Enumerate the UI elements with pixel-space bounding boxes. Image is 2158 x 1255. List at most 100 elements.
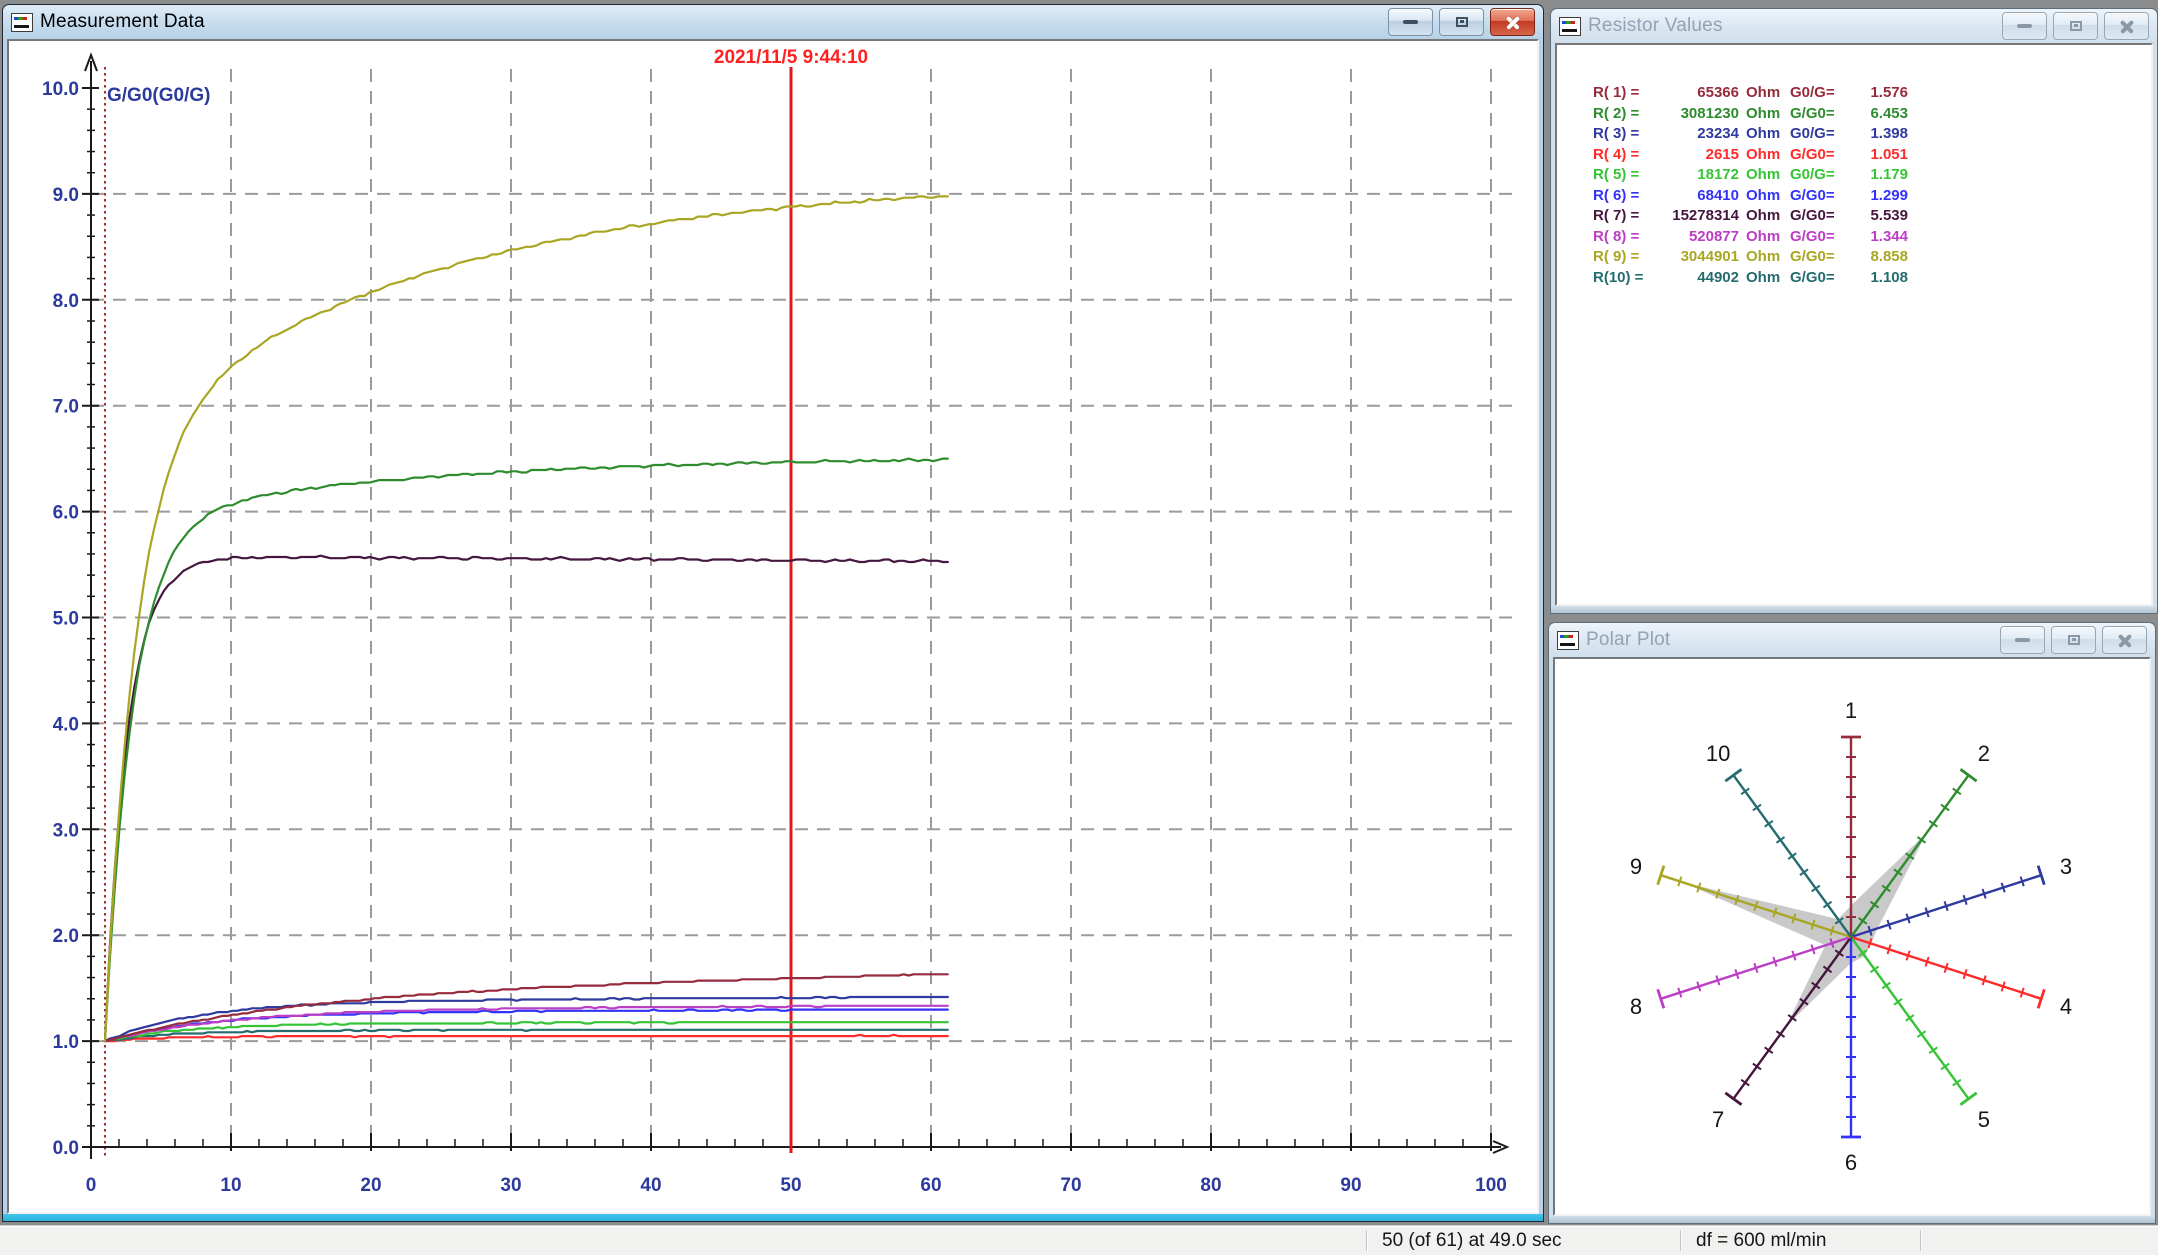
svg-text:1.0: 1.0 bbox=[53, 1032, 79, 1053]
ratio-value: 1.576 bbox=[1846, 83, 1908, 104]
minimize-button[interactable] bbox=[2000, 626, 2045, 654]
svg-text:50: 50 bbox=[780, 1175, 801, 1196]
svg-text:7.0: 7.0 bbox=[53, 397, 79, 418]
ratio-value: 1.398 bbox=[1846, 124, 1908, 145]
resistance-value: 23234 bbox=[1659, 124, 1739, 145]
app-chart-icon bbox=[11, 13, 33, 32]
svg-text:60: 60 bbox=[920, 1175, 941, 1196]
measurement-window-controls bbox=[1388, 8, 1535, 36]
resistance-unit: Ohm bbox=[1739, 247, 1790, 268]
resistance-unit: Ohm bbox=[1739, 124, 1790, 145]
measurement-window-title: Measurement Data bbox=[40, 11, 205, 33]
ratio-label: G/G0= bbox=[1790, 268, 1846, 289]
resistance-value: 3081230 bbox=[1659, 104, 1739, 125]
resistance-value: 3044901 bbox=[1659, 247, 1739, 268]
svg-text:30: 30 bbox=[500, 1175, 521, 1196]
maximize-button[interactable] bbox=[2053, 12, 2098, 40]
svg-text:100: 100 bbox=[1475, 1175, 1507, 1196]
svg-text:80: 80 bbox=[1200, 1175, 1221, 1196]
resistance-unit: Ohm bbox=[1739, 227, 1790, 248]
polar-axis-label: 7 bbox=[1712, 1107, 1724, 1132]
status-flow-text: df = 600 ml/min bbox=[1696, 1227, 1826, 1255]
maximize-button[interactable] bbox=[1439, 8, 1484, 36]
y-axis-caption: G/G0(G0/G) bbox=[107, 85, 210, 106]
close-button[interactable] bbox=[2102, 626, 2147, 654]
minimize-icon bbox=[2017, 24, 2032, 28]
ratio-label: G/G0= bbox=[1790, 227, 1846, 248]
resistor-window-controls bbox=[2002, 12, 2149, 40]
polar-axis-label: 5 bbox=[1978, 1107, 1990, 1132]
resistor-row: R( 4) =2615OhmG/G0=1.051 bbox=[1593, 145, 2151, 166]
polar-axis-label: 8 bbox=[1630, 994, 1642, 1019]
resistance-value: 2615 bbox=[1659, 145, 1739, 166]
measurement-chart-canvas[interactable]: 0.01.02.03.04.05.06.07.08.09.010.0010203… bbox=[9, 41, 1539, 1214]
ratio-label: G0/G= bbox=[1790, 165, 1846, 186]
ratio-value: 5.539 bbox=[1846, 206, 1908, 227]
polar-window-controls bbox=[2000, 626, 2147, 654]
resistor-label: R( 4) = bbox=[1593, 145, 1659, 166]
resistor-row: R( 2) =3081230OhmG/G0=6.453 bbox=[1593, 104, 2151, 125]
resistor-values-list: R( 1) =65366OhmG0/G=1.576R( 2) =3081230O… bbox=[1557, 45, 2151, 604]
resistor-row: R( 7) =15278314OhmG/G0=5.539 bbox=[1593, 206, 2151, 227]
resistance-unit: Ohm bbox=[1739, 186, 1790, 207]
svg-text:0: 0 bbox=[86, 1175, 97, 1196]
resistance-unit: Ohm bbox=[1739, 104, 1790, 125]
status-separator bbox=[1366, 1230, 1368, 1251]
measurement-chart-area: 0.01.02.03.04.05.06.07.08.09.010.0010203… bbox=[7, 39, 1539, 1214]
resistance-value: 15278314 bbox=[1659, 206, 1739, 227]
resistance-value: 18172 bbox=[1659, 165, 1739, 186]
svg-text:8.0: 8.0 bbox=[53, 291, 79, 312]
resistor-label: R( 9) = bbox=[1593, 247, 1659, 268]
value-star-polygon bbox=[1683, 833, 1927, 1027]
resistance-unit: Ohm bbox=[1739, 145, 1790, 166]
axes bbox=[82, 55, 1507, 1159]
polar-window-titlebar[interactable]: Polar Plot bbox=[1549, 623, 2155, 657]
polar-axis-5 bbox=[1851, 937, 1977, 1105]
resistance-unit: Ohm bbox=[1739, 268, 1790, 289]
close-button[interactable] bbox=[2104, 12, 2149, 40]
resistance-value: 68410 bbox=[1659, 186, 1739, 207]
svg-text:20: 20 bbox=[360, 1175, 381, 1196]
close-button[interactable] bbox=[1490, 8, 1535, 36]
grid-lines bbox=[91, 69, 1515, 1147]
svg-text:5.0: 5.0 bbox=[53, 609, 79, 630]
ratio-label: G/G0= bbox=[1790, 145, 1846, 166]
resistance-value: 520877 bbox=[1659, 227, 1739, 248]
resistor-row: R( 8) =520877OhmG/G0=1.344 bbox=[1593, 227, 2151, 248]
svg-text:9.0: 9.0 bbox=[53, 185, 79, 206]
svg-text:10: 10 bbox=[220, 1175, 241, 1196]
maximize-button[interactable] bbox=[2051, 626, 2096, 654]
minimize-button[interactable] bbox=[1388, 8, 1433, 36]
axis-tick-labels: 0.01.02.03.04.05.06.07.08.09.010.0010203… bbox=[42, 79, 1507, 1196]
measurement-window-titlebar[interactable]: Measurement Data bbox=[3, 5, 1543, 39]
ratio-label: G/G0= bbox=[1790, 247, 1846, 268]
resistor-row: R( 3) =23234OhmG0/G=1.398 bbox=[1593, 124, 2151, 145]
polar-axis-label: 6 bbox=[1845, 1150, 1857, 1175]
ratio-label: G0/G= bbox=[1790, 124, 1846, 145]
desktop: { "measurement_window": { "title": "Meas… bbox=[0, 0, 2158, 1254]
resistance-unit: Ohm bbox=[1739, 206, 1790, 227]
ratio-label: G/G0= bbox=[1790, 206, 1846, 227]
resistor-row: R( 5) =18172OhmG0/G=1.179 bbox=[1593, 165, 2151, 186]
ratio-value: 1.299 bbox=[1846, 186, 1908, 207]
minimize-button[interactable] bbox=[2002, 12, 2047, 40]
resistor-label: R( 5) = bbox=[1593, 165, 1659, 186]
app-chart-icon bbox=[1559, 17, 1581, 36]
resistor-window-titlebar[interactable]: Resistor Values bbox=[1551, 9, 2157, 43]
resistor-row: R( 6) =68410OhmG/G0=1.299 bbox=[1593, 186, 2151, 207]
maximize-icon bbox=[2070, 21, 2082, 31]
resistor-values-area: R( 1) =65366OhmG0/G=1.576R( 2) =3081230O… bbox=[1555, 43, 2153, 606]
ratio-label: G0/G= bbox=[1790, 83, 1846, 104]
svg-text:4.0: 4.0 bbox=[53, 714, 79, 735]
polar-axis-label: 3 bbox=[2060, 854, 2072, 879]
maximize-icon bbox=[1456, 17, 1468, 27]
resistor-row: R( 9) =3044901OhmG/G0=8.858 bbox=[1593, 247, 2151, 268]
minimize-icon bbox=[1403, 20, 1418, 24]
resistor-label: R( 3) = bbox=[1593, 124, 1659, 145]
resistor-row: R( 1) =65366OhmG0/G=1.576 bbox=[1593, 83, 2151, 104]
polar-plot-window: Polar Plot 12345678910 bbox=[1548, 622, 2156, 1224]
resistor-label: R( 6) = bbox=[1593, 186, 1659, 207]
polar-axis-label: 4 bbox=[2060, 994, 2072, 1019]
resistor-label: R( 7) = bbox=[1593, 206, 1659, 227]
status-bar: 50 (of 61) at 49.0 sec df = 600 ml/min bbox=[0, 1226, 2158, 1255]
